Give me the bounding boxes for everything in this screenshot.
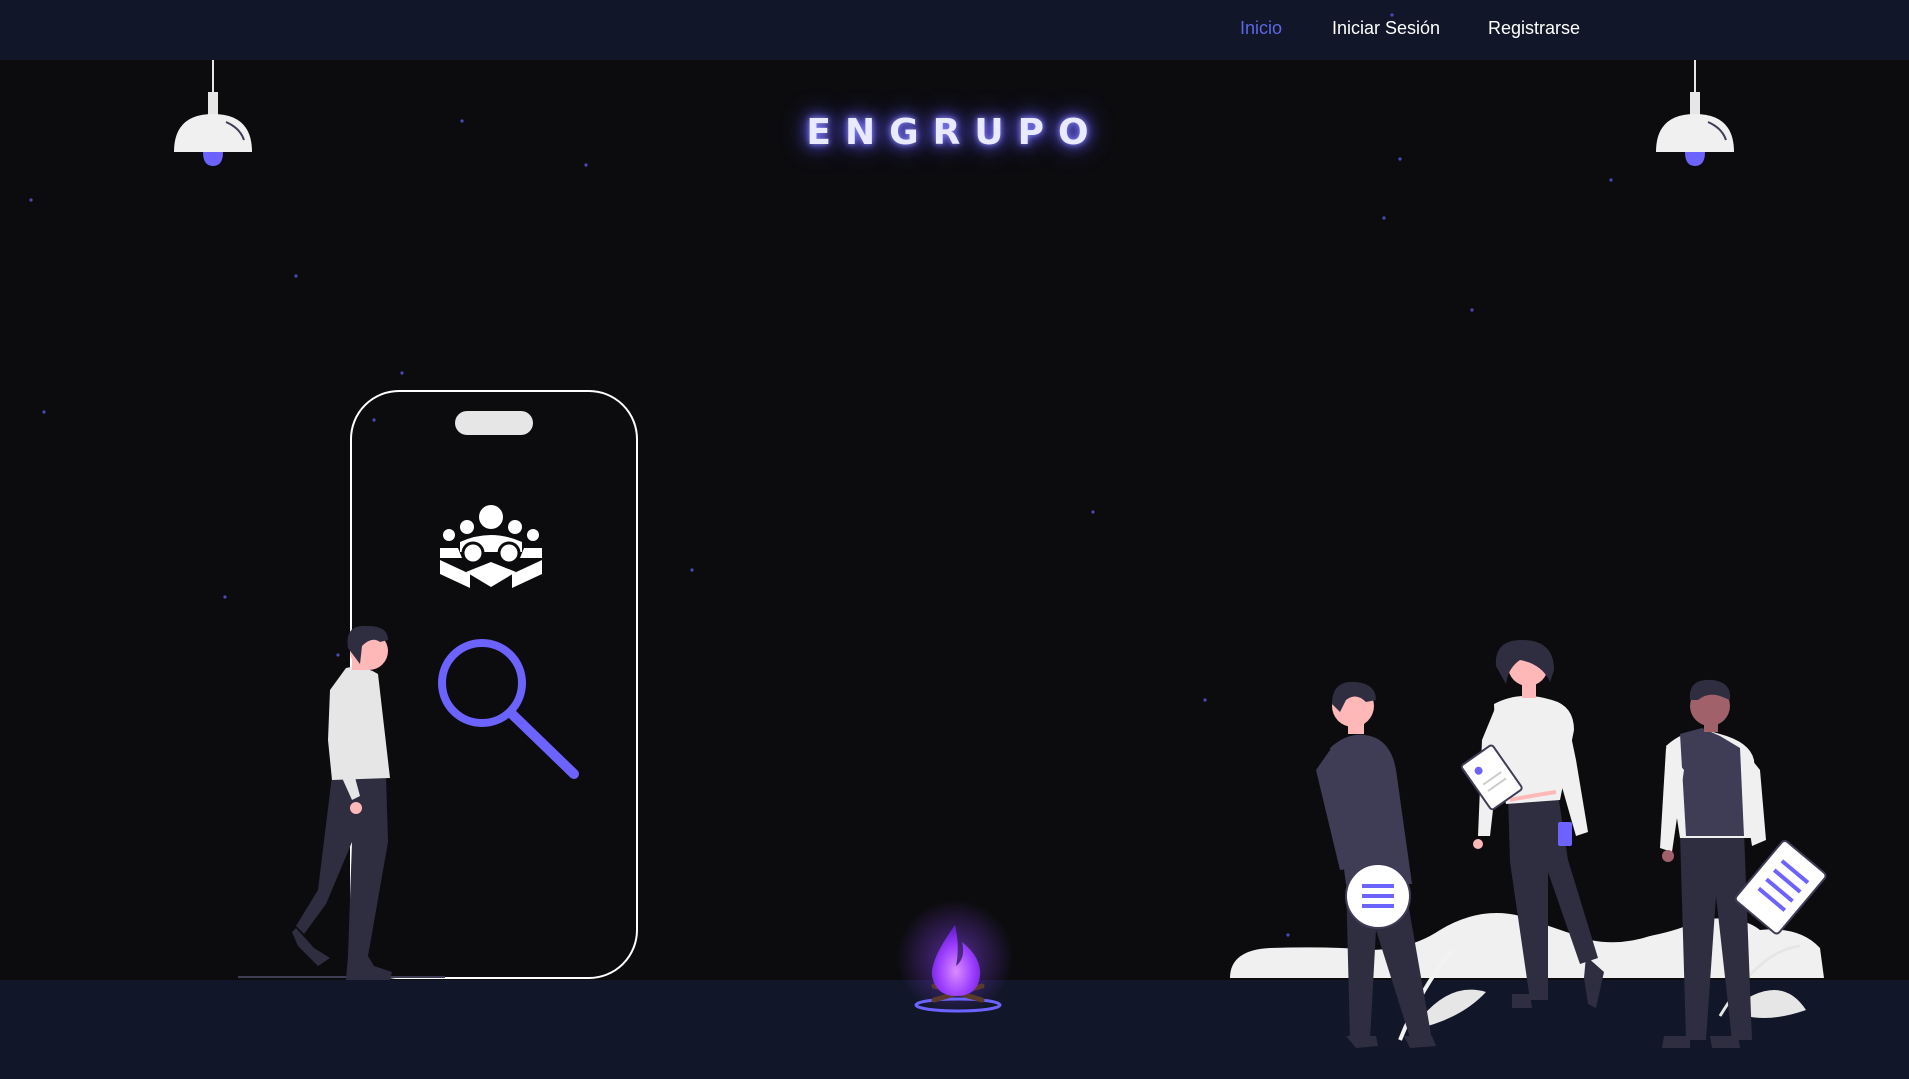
phone-notch <box>455 411 533 435</box>
person-standing-3 <box>1660 679 1827 1048</box>
search-icon <box>438 639 579 779</box>
campfire-icon <box>897 900 1013 1016</box>
landing-page: Inicio Iniciar Sesión Registrarse ENGRUP… <box>0 0 1909 1079</box>
document-icon <box>1734 839 1827 935</box>
phone-frame <box>350 390 638 979</box>
brand-title: ENGRUPO <box>806 112 1103 153</box>
group-icon <box>440 505 542 588</box>
hero-illustration <box>29 13 1827 1048</box>
person-standing-1 <box>1316 681 1436 1048</box>
person-walking <box>238 625 445 980</box>
